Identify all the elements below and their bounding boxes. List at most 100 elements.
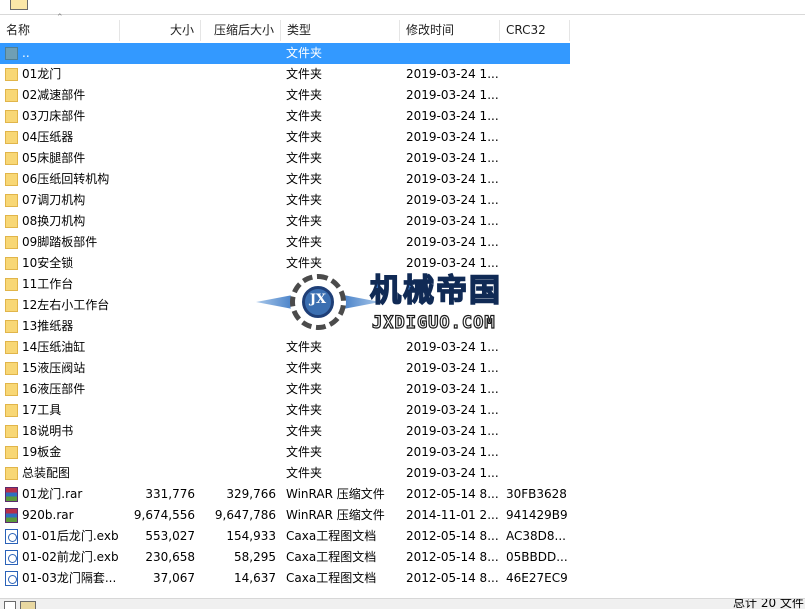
file-packed-size xyxy=(201,127,276,148)
file-name: 01-03龙门隔套... xyxy=(22,571,117,585)
file-modified: 2012-05-14 8... xyxy=(406,529,498,543)
file-modified: 2019-03-24 1... xyxy=(406,88,498,102)
file-row[interactable]: .. 文件夹 xyxy=(0,43,570,64)
file-packed-size xyxy=(201,148,276,169)
file-name: .. xyxy=(22,46,30,60)
file-modified: 2019-03-24 1... xyxy=(406,130,498,144)
file-row[interactable]: 09脚踏板部件 文件夹 2019-03-24 1... xyxy=(0,232,570,253)
archive-toolbar-icon[interactable] xyxy=(10,0,28,10)
file-name: 09脚踏板部件 xyxy=(22,235,98,249)
file-crc32 xyxy=(506,463,568,484)
file-row[interactable]: 08换刀机构 文件夹 2019-03-24 1... xyxy=(0,211,570,232)
folder-icon xyxy=(5,110,18,123)
column-header-crc32[interactable]: CRC32 xyxy=(500,20,570,41)
file-row[interactable]: 03刀床部件 文件夹 2019-03-24 1... xyxy=(0,106,570,127)
file-row[interactable]: 06压纸回转机构 文件夹 2019-03-24 1... xyxy=(0,169,570,190)
file-type: 文件夹 xyxy=(286,403,323,417)
file-row[interactable]: 05床腿部件 文件夹 2019-03-24 1... xyxy=(0,148,570,169)
column-header-packed-size[interactable]: 压缩后大小 xyxy=(201,20,281,41)
file-row[interactable]: 14压纸油缸 文件夹 2019-03-24 1... xyxy=(0,337,570,358)
file-crc32 xyxy=(506,400,568,421)
file-name: 19板金 xyxy=(22,445,62,459)
file-size xyxy=(120,43,195,64)
caxa-document-icon xyxy=(5,571,18,586)
file-row[interactable]: 18说明书 文件夹 2019-03-24 1... xyxy=(0,421,570,442)
file-name: 01龙门 xyxy=(22,67,62,81)
file-row[interactable]: 01-03龙门隔套... 37,067 14,637 Caxa工程图文档 2012-05… xyxy=(0,568,570,589)
folder-icon xyxy=(5,68,18,81)
column-header-size[interactable]: 大小 xyxy=(120,20,201,41)
sort-ascending-icon: ⌃ xyxy=(56,13,64,23)
file-row[interactable]: 04压纸器 文件夹 2019-03-24 1... xyxy=(0,127,570,148)
folder-icon xyxy=(5,446,18,459)
file-row[interactable]: 17工具 文件夹 2019-03-24 1... xyxy=(0,400,570,421)
file-row[interactable]: 01龙门.rar 331,776 329,766 WinRAR 压缩文件 2012-05… xyxy=(0,484,570,505)
folder-icon xyxy=(5,425,18,438)
file-modified: 2019-03-24 1... xyxy=(406,67,498,81)
file-type: 文件夹 xyxy=(286,466,323,480)
file-size xyxy=(120,127,195,148)
file-row[interactable]: 01龙门 文件夹 2019-03-24 1... xyxy=(0,64,570,85)
file-row[interactable]: 01-02前龙门.exb 230,658 58,295 Caxa工程图文档 2012-0… xyxy=(0,547,570,568)
file-name: 06压纸回转机构 xyxy=(22,172,110,186)
file-size xyxy=(120,64,195,85)
file-name: 920b.rar xyxy=(22,508,74,522)
file-name: 13推纸器 xyxy=(22,319,74,333)
file-packed-size xyxy=(201,337,276,358)
file-size xyxy=(120,400,195,421)
column-header-modified[interactable]: 修改时间 xyxy=(400,20,500,41)
archive-status-icon xyxy=(20,601,36,609)
file-type: 文件夹 xyxy=(286,361,323,375)
file-row[interactable]: 07调刀机构 文件夹 2019-03-24 1... xyxy=(0,190,570,211)
file-crc32 xyxy=(506,169,568,190)
column-header-name[interactable]: 名称 xyxy=(0,20,120,41)
file-size xyxy=(120,379,195,400)
folder-icon xyxy=(5,194,18,207)
file-row[interactable]: 总装配图 文件夹 2019-03-24 1... xyxy=(0,463,570,484)
file-type: 文件夹 xyxy=(286,67,323,81)
file-row[interactable]: 02减速部件 文件夹 2019-03-24 1... xyxy=(0,85,570,106)
file-type: Caxa工程图文档 xyxy=(286,550,377,564)
file-modified: 2012-05-14 8... xyxy=(406,571,498,585)
file-row[interactable]: 19板金 文件夹 2019-03-24 1... xyxy=(0,442,570,463)
file-row[interactable]: 920b.rar 9,674,556 9,647,786 WinRAR 压缩文件 201… xyxy=(0,505,570,526)
file-name: 16液压部件 xyxy=(22,382,86,396)
file-modified: 2019-03-24 1... xyxy=(406,235,498,249)
file-row[interactable]: 16液压部件 文件夹 2019-03-24 1... xyxy=(0,379,570,400)
file-size: 37,067 xyxy=(153,571,195,585)
folder-icon xyxy=(5,467,18,480)
file-packed-size: 14,637 xyxy=(234,571,276,585)
file-row[interactable]: 15液压阀站 文件夹 2019-03-24 1... xyxy=(0,358,570,379)
file-name: 03刀床部件 xyxy=(22,109,86,123)
folder-icon xyxy=(5,257,18,270)
folder-icon xyxy=(5,131,18,144)
file-modified: 2019-03-24 1... xyxy=(406,172,498,186)
file-size xyxy=(120,442,195,463)
file-size xyxy=(120,358,195,379)
file-name: 18说明书 xyxy=(22,424,74,438)
folder-icon xyxy=(5,299,18,312)
file-row[interactable]: 01-01后龙门.exb 553,027 154,933 Caxa工程图文档 2012-… xyxy=(0,526,570,547)
file-modified: 2019-03-24 1... xyxy=(406,193,498,207)
file-crc32 xyxy=(506,442,568,463)
file-crc32 xyxy=(506,43,568,64)
column-header-row: 名称 大小 压缩后大小 类型 修改时间 CRC32 xyxy=(0,20,570,42)
file-type: Caxa工程图文档 xyxy=(286,529,377,543)
file-size: 230,658 xyxy=(145,550,195,564)
file-crc32: 941429B9 xyxy=(506,508,568,522)
file-packed-size xyxy=(201,211,276,232)
file-packed-size xyxy=(201,379,276,400)
file-size xyxy=(120,190,195,211)
file-modified: 2019-03-24 1... xyxy=(406,403,498,417)
file-type: WinRAR 压缩文件 xyxy=(286,487,385,501)
file-size xyxy=(120,106,195,127)
column-header-type[interactable]: 类型 xyxy=(281,20,400,41)
file-packed-size xyxy=(201,232,276,253)
archive-window: 名称 大小 压缩后大小 类型 修改时间 CRC32 ⌃ .. 文件夹 01龙门 文件夹… xyxy=(0,0,805,609)
file-size xyxy=(120,463,195,484)
file-crc32 xyxy=(506,232,568,253)
file-size xyxy=(120,169,195,190)
file-crc32 xyxy=(506,337,568,358)
file-row[interactable]: 10安全锁 文件夹 2019-03-24 1... xyxy=(0,253,570,274)
file-packed-size xyxy=(201,253,276,274)
